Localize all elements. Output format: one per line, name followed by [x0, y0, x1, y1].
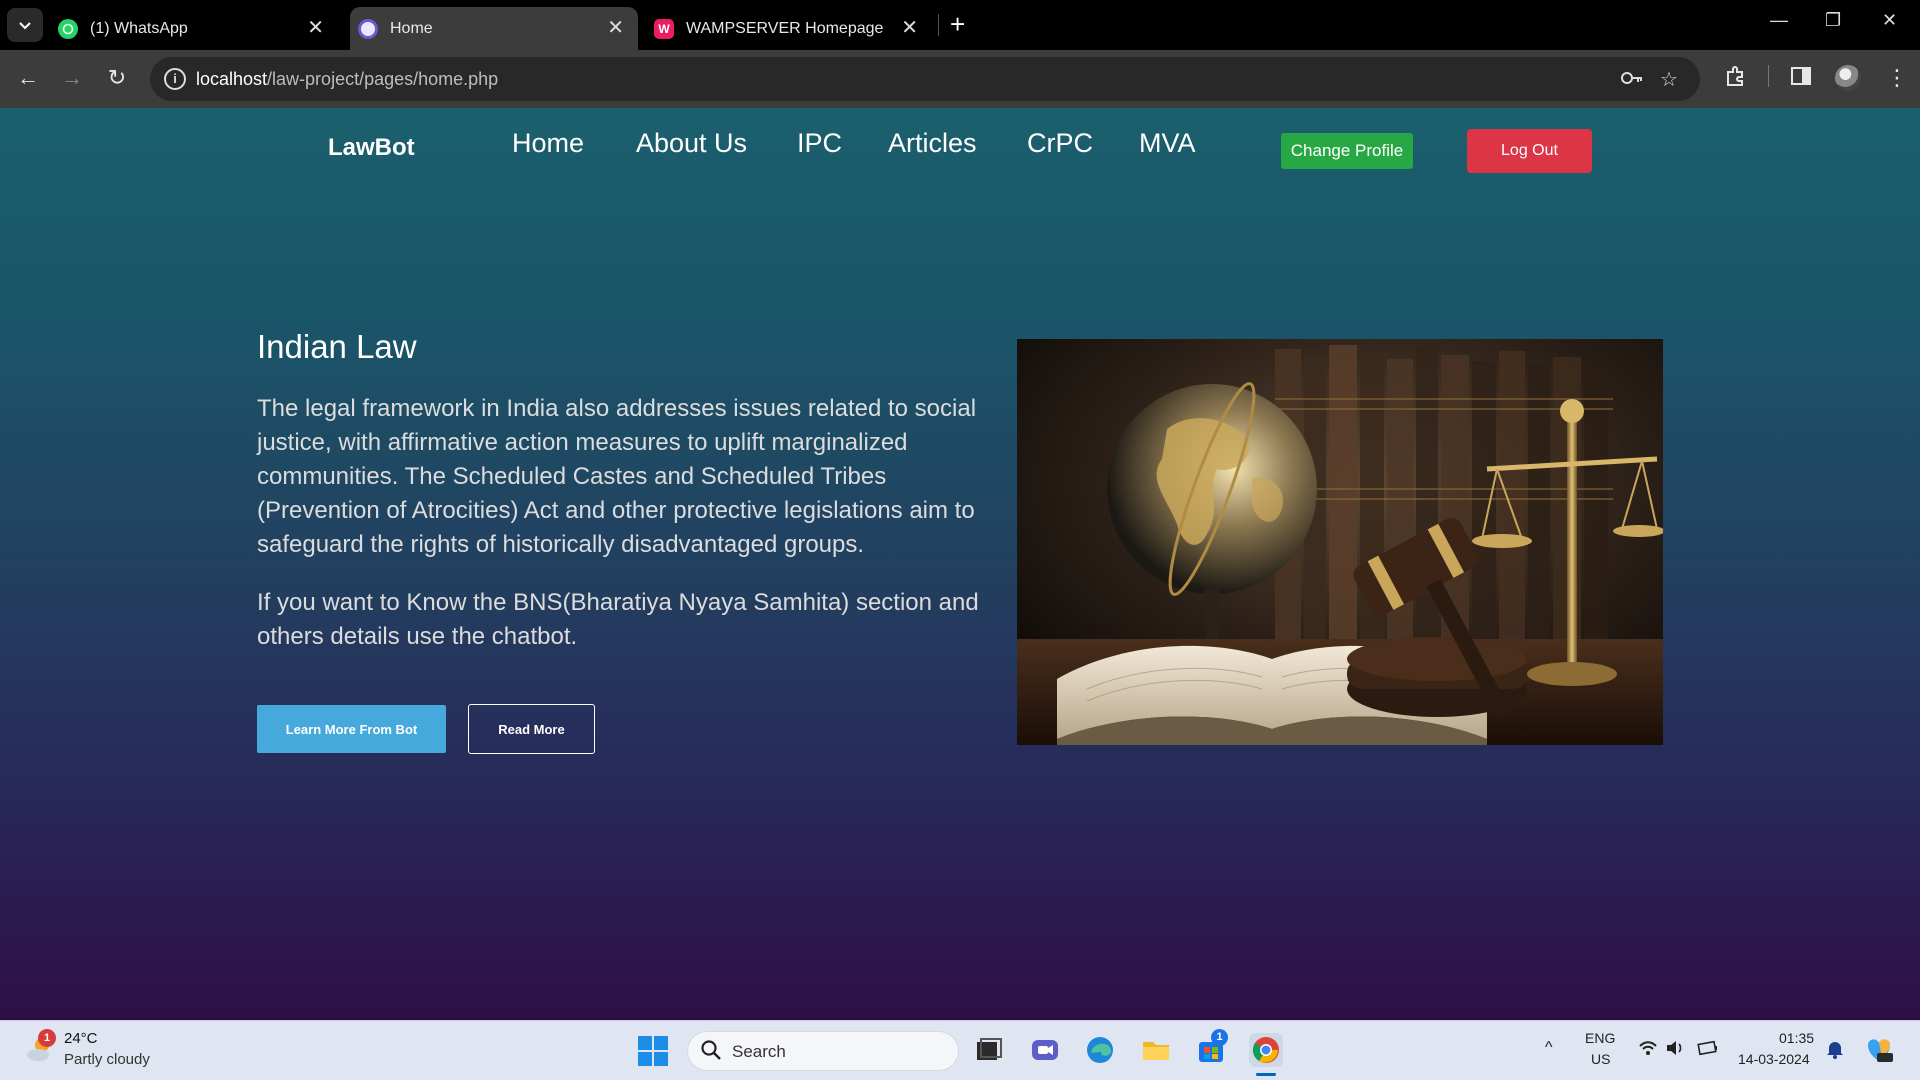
- back-arrow-icon[interactable]: ←: [13, 64, 43, 92]
- bookmark-star-icon[interactable]: ☆: [1660, 67, 1678, 92]
- hero-title: Indian Law: [257, 328, 417, 365]
- profile-avatar[interactable]: [1835, 65, 1861, 91]
- close-icon[interactable]: ✕: [607, 17, 624, 39]
- site-info-icon[interactable]: i: [164, 68, 186, 90]
- new-tab-plus-icon[interactable]: +: [950, 10, 965, 38]
- chrome-browser-icon[interactable]: [1249, 1033, 1283, 1067]
- url-text[interactable]: localhost/law-project/pages/home.php: [196, 69, 498, 90]
- forward-arrow-icon[interactable]: →: [57, 64, 87, 92]
- nav-articles[interactable]: Articles: [888, 128, 977, 159]
- wifi-icon[interactable]: [1638, 1039, 1658, 1062]
- nav-home[interactable]: Home: [512, 128, 584, 159]
- task-view-icon[interactable]: [972, 1033, 1006, 1067]
- extensions-puzzle-icon[interactable]: [1725, 65, 1747, 93]
- tab-separator: [938, 14, 939, 36]
- battery-icon[interactable]: [1697, 1039, 1719, 1062]
- store-notification-badge: 1: [1211, 1029, 1228, 1046]
- tab-title: WAMPSERVER Homepage: [686, 19, 884, 37]
- tab-home[interactable]: Home ✕: [350, 7, 638, 50]
- whatsapp-icon: [58, 18, 78, 39]
- weather-temperature[interactable]: 24°C: [64, 1030, 98, 1047]
- restore-icon[interactable]: ❐: [1825, 10, 1841, 31]
- hero-paragraph: If you want to Know the BNS(Bharatiya Ny…: [257, 589, 979, 650]
- taskbar-search-box[interactable]: Search: [687, 1031, 959, 1071]
- close-window-icon[interactable]: ✕: [1882, 10, 1897, 31]
- teams-chat-icon[interactable]: [1028, 1033, 1062, 1067]
- nav-about-us[interactable]: About Us: [636, 128, 747, 159]
- copilot-icon[interactable]: [1862, 1033, 1896, 1067]
- language-indicator[interactable]: ENG: [1585, 1030, 1615, 1046]
- edge-browser-icon[interactable]: [1083, 1033, 1117, 1067]
- nav-crpc[interactable]: CrPC: [1027, 128, 1093, 159]
- minimize-icon[interactable]: —: [1770, 10, 1788, 31]
- reload-icon[interactable]: ↻: [102, 64, 132, 92]
- read-more-button[interactable]: Read More: [468, 704, 595, 754]
- url-host: localhost: [196, 69, 268, 89]
- brand-logo[interactable]: LawBot: [328, 134, 415, 162]
- windows-taskbar: 1 24°C Partly cloudy Search 1 ^ ENG US 0…: [0, 1020, 1920, 1080]
- notification-bell-icon[interactable]: [1826, 1039, 1844, 1064]
- tab-search-button[interactable]: [7, 8, 43, 42]
- address-bar[interactable]: i localhost/law-project/pages/home.php ☆: [150, 57, 1700, 101]
- wamp-icon: W: [654, 18, 674, 39]
- weather-condition[interactable]: Partly cloudy: [64, 1051, 150, 1068]
- clock-date[interactable]: 14-03-2024: [1738, 1051, 1810, 1067]
- browser-tab-bar: (1) WhatsApp ✕ Home ✕ W WAMPSERVER Homep…: [0, 0, 1920, 50]
- close-icon[interactable]: ✕: [901, 17, 918, 39]
- close-icon[interactable]: ✕: [307, 17, 324, 39]
- logout-button[interactable]: Log Out: [1467, 129, 1592, 173]
- learn-more-from-bot-button[interactable]: Learn More From Bot: [257, 705, 446, 753]
- toolbar-separator: [1768, 65, 1769, 87]
- side-panel-icon[interactable]: [1790, 65, 1812, 93]
- url-path: /law-project/pages/home.php: [267, 69, 499, 89]
- tab-whatsapp[interactable]: (1) WhatsApp ✕: [58, 7, 338, 50]
- tab-wampserver[interactable]: W WAMPSERVER Homepage ✕: [654, 7, 932, 50]
- browser-menu-icon[interactable]: ⋮: [1886, 65, 1908, 91]
- search-icon: [701, 1040, 721, 1060]
- law-scales-gavel-image: [1017, 339, 1663, 745]
- page-content: LawBot Home About Us IPC Articles CrPC M…: [0, 108, 1920, 1020]
- search-placeholder: Search: [732, 1042, 786, 1061]
- active-app-indicator: [1256, 1073, 1276, 1076]
- tab-title: Home: [390, 19, 433, 37]
- clock-time[interactable]: 01:35: [1779, 1030, 1814, 1046]
- weather-notification-badge: 1: [38, 1029, 56, 1047]
- nav-ipc[interactable]: IPC: [797, 128, 842, 159]
- volume-icon[interactable]: [1665, 1039, 1685, 1062]
- region-indicator[interactable]: US: [1591, 1051, 1610, 1067]
- site-favicon-icon: [358, 18, 378, 39]
- chevron-up-icon[interactable]: ^: [1545, 1039, 1553, 1057]
- file-explorer-icon[interactable]: [1139, 1033, 1173, 1067]
- change-profile-button[interactable]: Change Profile: [1281, 133, 1413, 169]
- tab-title: (1) WhatsApp: [90, 19, 188, 37]
- chevron-down-icon: [19, 22, 31, 30]
- password-key-icon[interactable]: [1620, 67, 1644, 95]
- windows-start-icon[interactable]: [638, 1036, 668, 1066]
- nav-mva[interactable]: MVA: [1139, 128, 1196, 159]
- browser-toolbar: ← → ↻ i localhost/law-project/pages/home…: [0, 50, 1920, 108]
- hero-paragraph: The legal framework in India also addres…: [257, 395, 977, 558]
